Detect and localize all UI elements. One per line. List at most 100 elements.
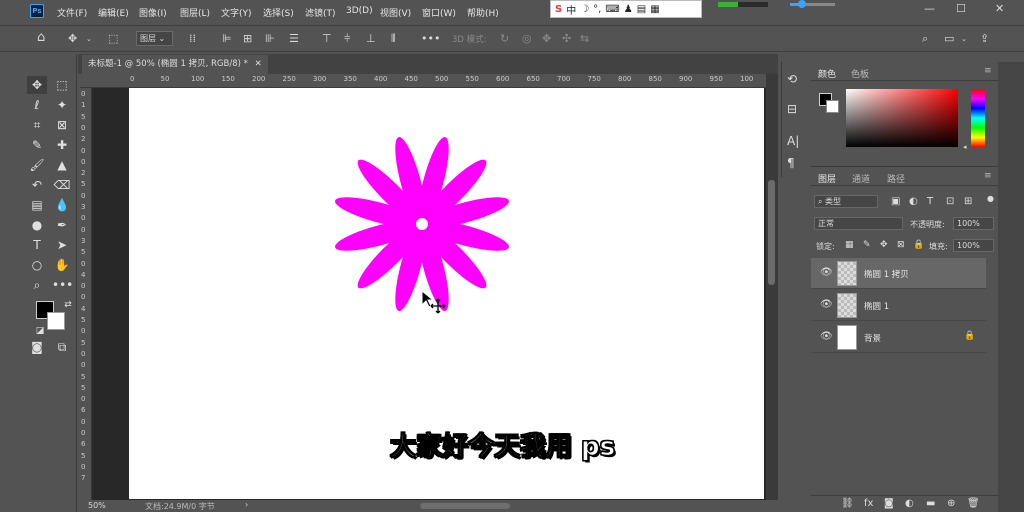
filter-smart-object-icon[interactable]: ⊞ bbox=[964, 196, 972, 207]
lock-position-icon[interactable]: ✥ bbox=[880, 240, 888, 250]
group-folder-icon[interactable]: ▬ bbox=[926, 498, 935, 509]
align-top-icon[interactable]: ⊤ bbox=[322, 32, 332, 45]
healing-brush-tool-icon[interactable]: ✚ bbox=[52, 136, 72, 154]
align-left-icon[interactable]: ⊫ bbox=[222, 32, 232, 45]
layer-name[interactable]: 椭圆 1 bbox=[864, 300, 889, 312]
workspace-chevron-icon[interactable]: ⌄ bbox=[961, 35, 967, 43]
info-chevron-icon[interactable]: › bbox=[245, 500, 248, 509]
zoom-tool-icon[interactable]: ⌕ bbox=[27, 276, 47, 294]
lock-icon[interactable]: 🔒 bbox=[964, 331, 975, 341]
visibility-eye-icon[interactable]: 👁 bbox=[820, 267, 833, 278]
more-options-icon[interactable]: ••• bbox=[421, 32, 440, 45]
layer-name[interactable]: 背景 bbox=[864, 332, 881, 344]
auto-select-icon[interactable]: ⬚ bbox=[108, 32, 118, 45]
gradient-tool-icon[interactable]: ▤ bbox=[27, 196, 47, 214]
horizontal-scroll-thumb[interactable] bbox=[420, 503, 510, 509]
menu-window[interactable]: 窗口(W) bbox=[422, 6, 456, 19]
filter-adjustment-icon[interactable]: ◐ bbox=[909, 196, 918, 207]
filter-toggle-icon[interactable]: ● bbox=[987, 194, 994, 203]
history-brush-tool-icon[interactable]: ↶ bbox=[27, 176, 47, 194]
visibility-eye-icon[interactable]: 👁 bbox=[820, 299, 833, 310]
magic-wand-tool-icon[interactable]: ✦ bbox=[52, 96, 72, 114]
pen-tool-icon[interactable]: ✒ bbox=[52, 216, 72, 234]
history-icon[interactable]: ⟲ bbox=[787, 72, 797, 86]
share-icon[interactable]: ⇪ bbox=[980, 32, 989, 45]
vertical-scrollbar[interactable] bbox=[766, 74, 778, 500]
volume-slider[interactable] bbox=[790, 0, 835, 8]
dodge-tool-icon[interactable]: ● bbox=[27, 216, 47, 234]
menu-filter[interactable]: 滤镜(T) bbox=[305, 6, 336, 19]
3d-roll-icon[interactable]: ◎ bbox=[522, 32, 532, 45]
moon-icon[interactable]: ☽ bbox=[580, 4, 589, 15]
menu-help[interactable]: 帮助(H) bbox=[467, 6, 499, 19]
document-tab[interactable]: 未标题-1 @ 50% (椭圆 1 拷贝, RGB/8) * ✕ bbox=[82, 55, 268, 74]
stamp-tool-icon[interactable]: ▲ bbox=[52, 156, 72, 174]
align-center-icon[interactable]: ⊞ bbox=[243, 32, 252, 45]
properties-icon[interactable]: ⊟ bbox=[787, 102, 797, 116]
layer-row[interactable]: 👁 背景 🔒 bbox=[811, 322, 986, 353]
minimize-button[interactable]: — bbox=[924, 2, 935, 15]
distribute-icon[interactable]: ☰ bbox=[289, 32, 299, 45]
menu-edit[interactable]: 编辑(E) bbox=[98, 6, 129, 19]
menu-type[interactable]: 文字(Y) bbox=[221, 6, 252, 19]
tab-swatches[interactable]: 色板 bbox=[851, 67, 869, 80]
color-background-swatch[interactable] bbox=[826, 100, 839, 113]
align-bottom-icon[interactable]: ⊥ bbox=[366, 32, 376, 45]
blend-mode-dropdown[interactable]: 正常 bbox=[814, 217, 903, 230]
3d-pan-icon[interactable]: ✥ bbox=[542, 32, 551, 45]
path-select-tool-icon[interactable]: ➤ bbox=[52, 236, 72, 254]
tab-color[interactable]: 颜色 bbox=[818, 67, 836, 80]
3d-orbit-icon[interactable]: ↻ bbox=[500, 32, 509, 45]
tab-channels[interactable]: 通道 bbox=[852, 172, 870, 185]
move-tool-icon[interactable]: ✥ bbox=[68, 32, 77, 45]
eraser-tool-icon[interactable]: ⌫ bbox=[52, 176, 72, 194]
tools-icon[interactable]: ▦ bbox=[650, 4, 659, 15]
distribute-vertical-icon[interactable]: ⫴ bbox=[391, 32, 396, 46]
lock-artboard-icon[interactable]: ⊠ bbox=[897, 240, 905, 250]
marquee-tool-icon[interactable]: ⬚ bbox=[52, 76, 72, 94]
menu-view[interactable]: 视图(V) bbox=[380, 6, 411, 19]
screen-mode-icon[interactable]: ⧉ bbox=[52, 338, 72, 356]
lock-pixels-icon[interactable]: ✎ bbox=[863, 240, 871, 250]
paragraph-icon[interactable]: ¶ bbox=[787, 156, 795, 170]
3d-scale-icon[interactable]: ⇆ bbox=[580, 32, 589, 45]
background-color-swatch[interactable] bbox=[47, 312, 65, 330]
lock-transparent-icon[interactable]: ▦ bbox=[845, 240, 854, 250]
type-tool-icon[interactable]: T bbox=[27, 236, 47, 254]
close-tab-icon[interactable]: ✕ bbox=[255, 59, 262, 69]
opacity-field[interactable]: 100% bbox=[953, 217, 994, 230]
brush-tool-icon[interactable]: 🖌 bbox=[27, 156, 47, 174]
menu-select[interactable]: 选择(S) bbox=[263, 6, 294, 19]
user-icon[interactable]: ♟ bbox=[624, 4, 633, 15]
visibility-eye-icon[interactable]: 👁 bbox=[820, 331, 833, 342]
color-panel-menu-icon[interactable]: ≡ bbox=[984, 66, 992, 76]
keyboard-icon[interactable]: ⌨ bbox=[605, 4, 619, 15]
filter-shape-icon[interactable]: ⊡ bbox=[946, 196, 954, 207]
punctuation-icon[interactable]: °, bbox=[593, 4, 601, 15]
filter-pixel-icon[interactable]: ▣ bbox=[891, 196, 900, 207]
close-button[interactable]: ✕ bbox=[995, 2, 1004, 15]
menu-image[interactable]: 图像(I) bbox=[139, 6, 167, 19]
character-icon[interactable]: A| bbox=[787, 134, 799, 148]
fill-field[interactable]: 100% bbox=[953, 239, 994, 252]
lock-all-icon[interactable]: 🔒 bbox=[913, 240, 924, 250]
blur-tool-icon[interactable]: 💧 bbox=[52, 196, 72, 214]
layer-filter-dropdown[interactable]: ⌕ 类型 bbox=[814, 195, 878, 208]
more-tools-icon[interactable]: ••• bbox=[52, 276, 73, 294]
frame-tool-icon[interactable]: ⊠ bbox=[52, 116, 72, 134]
adjustment-layer-icon[interactable]: ◐ bbox=[905, 498, 914, 509]
ime-toolbar[interactable]: S 中 ☽ °, ⌨ ♟ ▤ ▦ bbox=[550, 0, 702, 18]
layer-name[interactable]: 椭圆 1 拷贝 bbox=[864, 268, 909, 280]
layers-panel-menu-icon[interactable]: ≡ bbox=[984, 171, 992, 181]
menu-file[interactable]: 文件(F) bbox=[57, 6, 87, 19]
color-field[interactable] bbox=[846, 89, 958, 147]
layer-style-icon[interactable]: fx bbox=[864, 498, 873, 509]
eyedropper-tool-icon[interactable]: ✎ bbox=[27, 136, 47, 154]
3d-slide-icon[interactable]: ✣ bbox=[562, 32, 571, 45]
tab-paths[interactable]: 路径 bbox=[887, 172, 905, 185]
link-layers-icon[interactable]: ⛓ bbox=[841, 498, 854, 509]
lasso-tool-icon[interactable]: ℓ bbox=[27, 96, 47, 114]
search-icon[interactable]: ⌕ bbox=[922, 32, 928, 46]
quick-mask-icon[interactable]: ◙ bbox=[27, 338, 47, 356]
tab-layers[interactable]: 图层 bbox=[818, 172, 836, 185]
